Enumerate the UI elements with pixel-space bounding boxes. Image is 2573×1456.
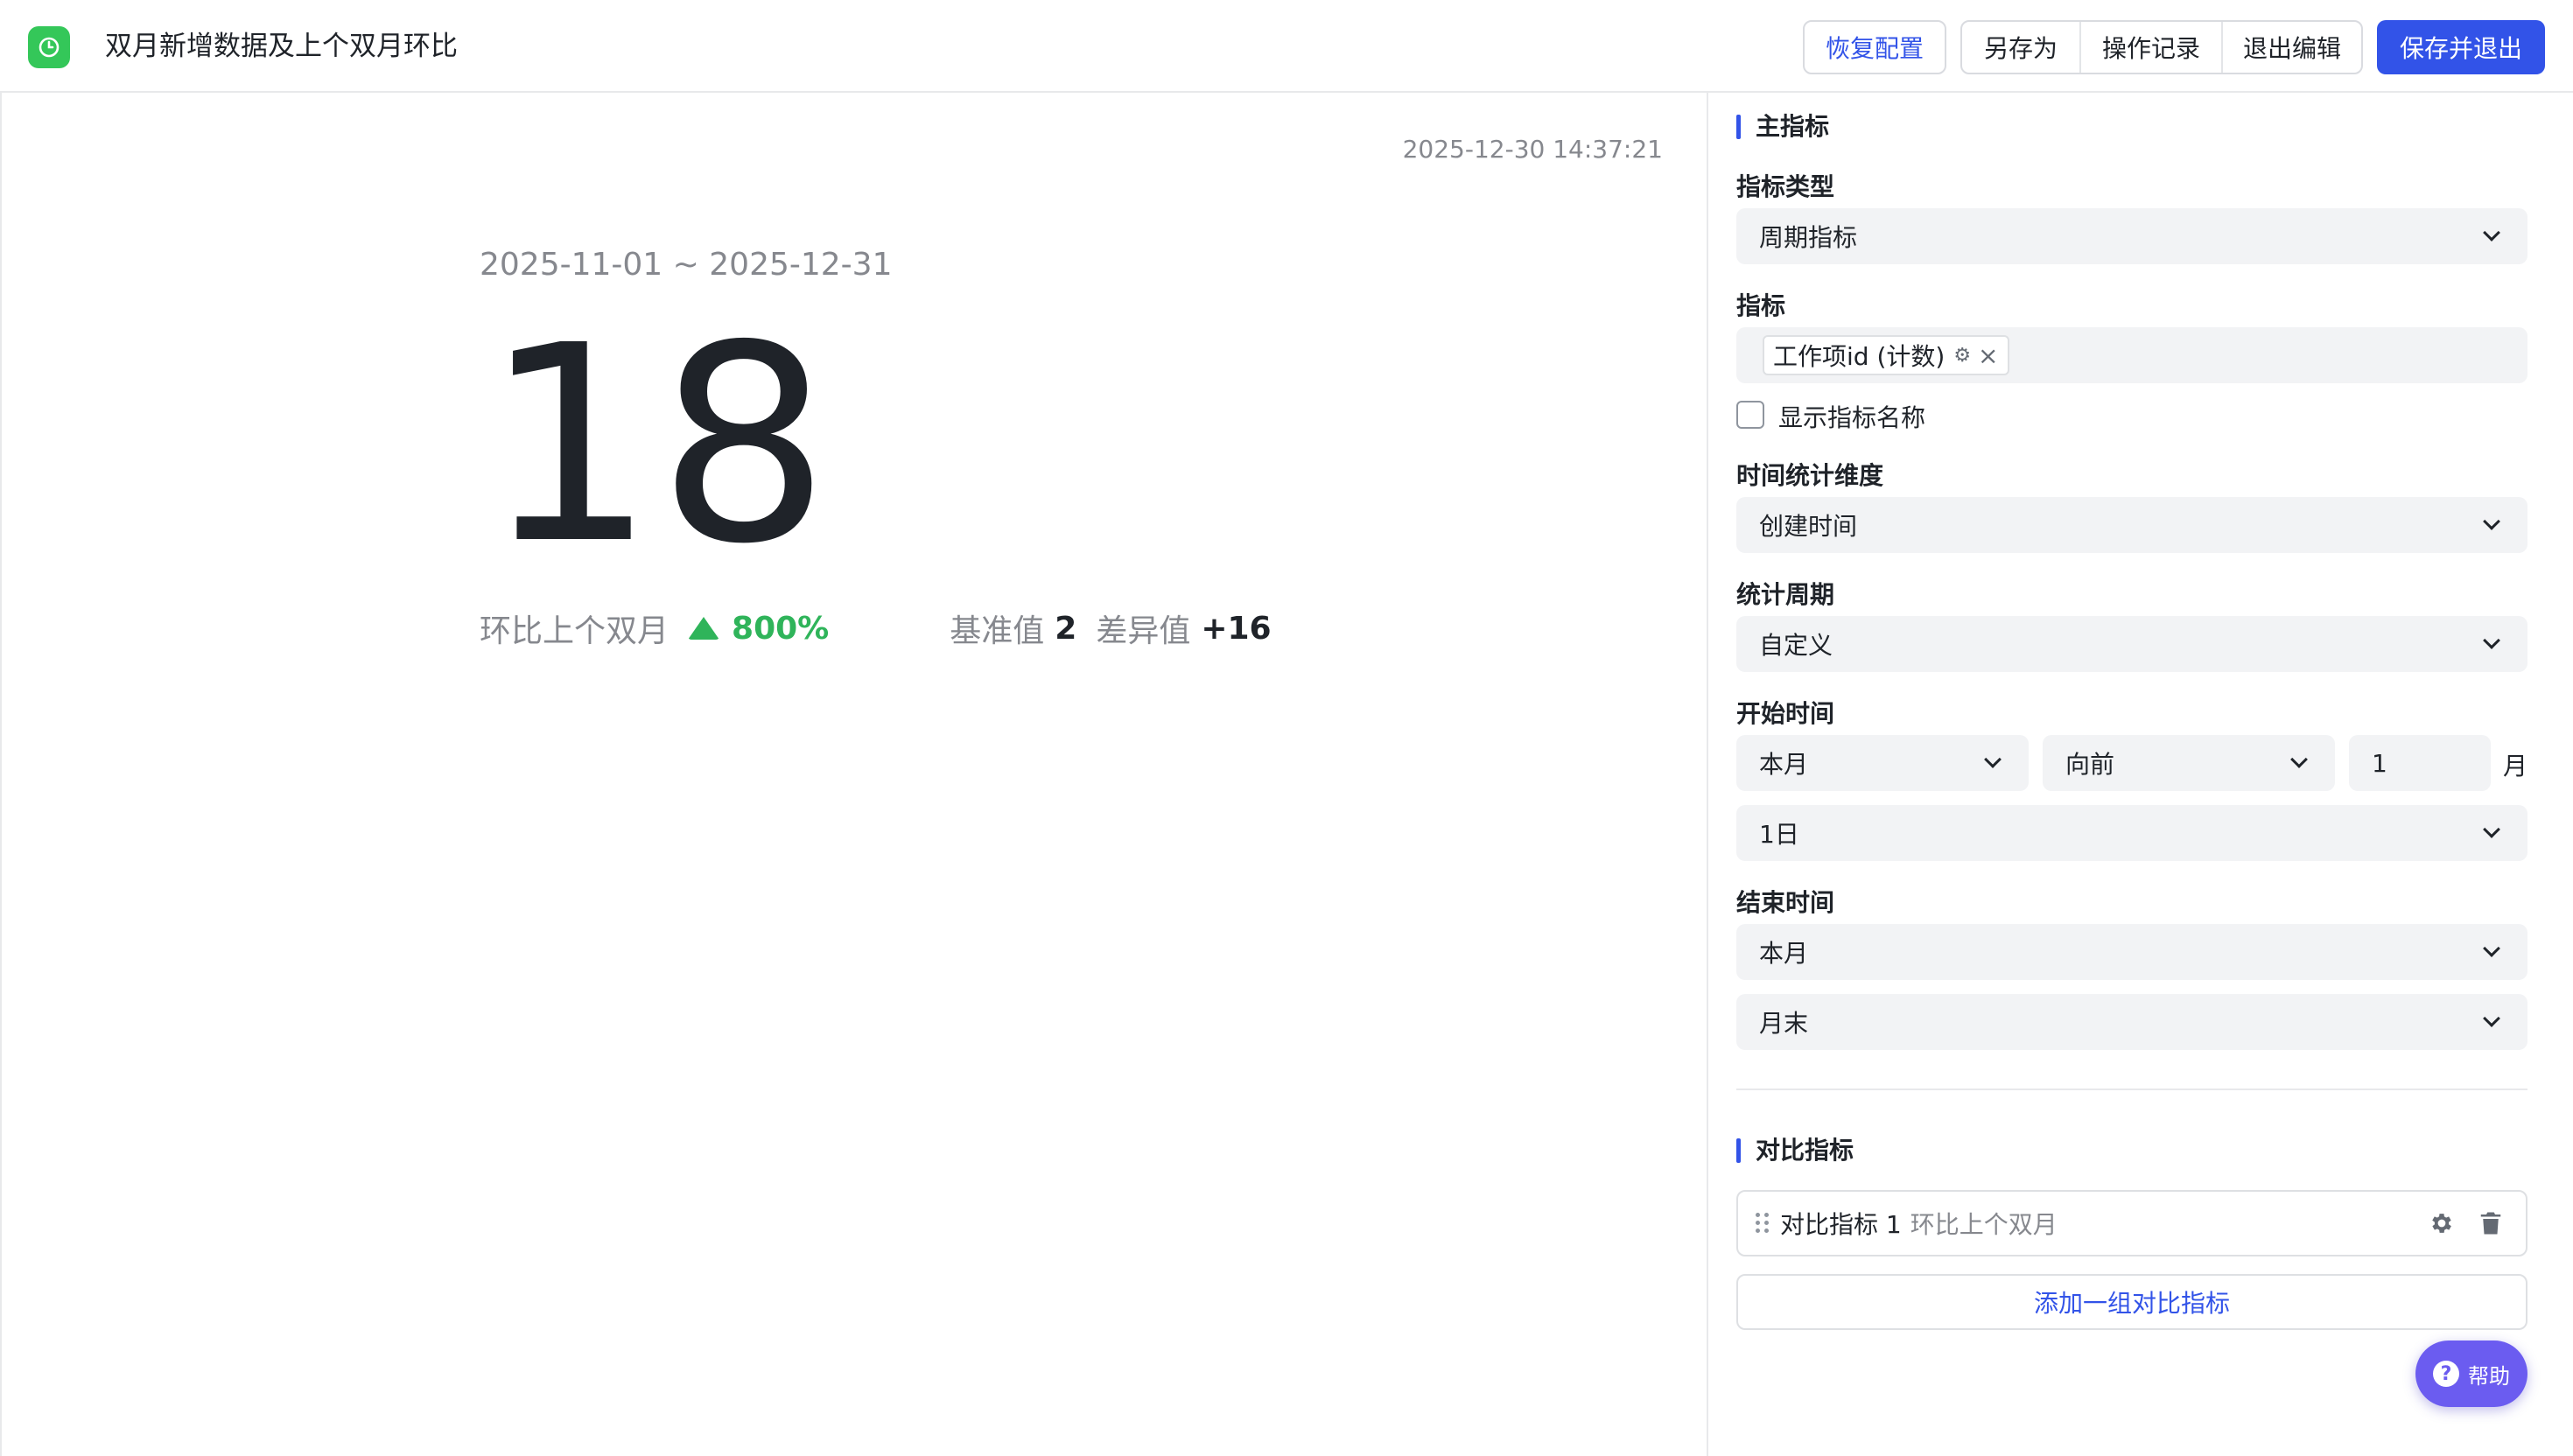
start-anchor-select[interactable]: 本月	[1736, 735, 2029, 791]
save-as-button[interactable]: 另存为	[1962, 22, 2079, 73]
start-offset-input[interactable]: 1	[2349, 735, 2491, 791]
updated-timestamp: 2025-12-30 14:37:21	[1402, 135, 1663, 164]
diff-value-label: 差异值	[1096, 613, 1191, 649]
end-anchor-select[interactable]: 本月	[1736, 924, 2527, 980]
metric-tag-label: 工作项id (计数)	[1773, 342, 1946, 371]
start-time-label: 开始时间	[1736, 699, 1835, 728]
main-metric-section-title: 主指标	[1736, 112, 1829, 142]
help-label: 帮助	[2468, 1363, 2510, 1389]
metric-type-label: 指标类型	[1736, 172, 1835, 201]
page-title: 双月新增数据及上个双月环比	[105, 31, 458, 62]
change-percent: 800%	[732, 610, 830, 647]
start-offset-unit: 月	[2503, 752, 2528, 780]
diff-value: +16	[1201, 610, 1272, 647]
comparison-row: 环比上个双月 800% 基准值 2 差异值 +16	[480, 602, 1272, 654]
date-range: 2025-11-01 ~ 2025-12-31	[480, 247, 893, 283]
period-value: 自定义	[1759, 631, 1833, 660]
restore-config-button[interactable]: 恢复配置	[1803, 20, 1946, 74]
base-value-label: 基准值	[950, 613, 1045, 649]
show-metric-name-label: 显示指标名称	[1778, 403, 1926, 432]
save-and-exit-button[interactable]: 保存并退出	[2377, 20, 2545, 74]
start-direction-select[interactable]: 向前	[2043, 735, 2335, 791]
comparison-label: 环比上个双月	[480, 613, 670, 649]
gear-icon[interactable]	[2424, 1206, 2459, 1241]
metric-type-select[interactable]: 周期指标	[1736, 208, 2527, 264]
action-button-group: 另存为 操作记录 退出编辑	[1960, 20, 2363, 74]
add-compare-metric-button[interactable]: 添加一组对比指标	[1736, 1274, 2527, 1330]
compare-metric-desc: 环比上个双月	[1910, 1210, 2058, 1239]
end-time-label: 结束时间	[1736, 888, 1835, 917]
period-label: 统计周期	[1736, 580, 1835, 609]
chevron-down-icon	[2483, 632, 2500, 649]
end-anchor-value: 本月	[1759, 939, 1809, 968]
chevron-down-icon	[2483, 513, 2500, 530]
metric-value: 18	[483, 288, 832, 604]
settings-panel: 主指标 指标类型 周期指标 指标 工作项id (计数) ⚙ × 显示指标名称 时…	[1710, 93, 2573, 1456]
base-value: 2	[1055, 610, 1077, 647]
section-divider	[1736, 1088, 2527, 1090]
start-direction-value: 向前	[2065, 750, 2115, 779]
compare-metric-item[interactable]: 对比指标 1 环比上个双月	[1736, 1190, 2527, 1256]
operation-history-button[interactable]: 操作记录	[2079, 22, 2221, 73]
period-select[interactable]: 自定义	[1736, 616, 2527, 672]
start-anchor-value: 本月	[1759, 750, 1809, 779]
metric-label: 指标	[1736, 291, 1786, 320]
start-offset-value: 1	[2372, 748, 2387, 778]
question-icon: ?	[2433, 1361, 2459, 1387]
close-icon[interactable]: ×	[1978, 341, 1998, 370]
start-day-value: 1日	[1759, 820, 1799, 849]
metric-tag[interactable]: 工作项id (计数) ⚙ ×	[1763, 335, 2009, 375]
chevron-down-icon	[2483, 821, 2500, 838]
gear-icon[interactable]: ⚙	[1953, 345, 1971, 367]
end-day-select[interactable]: 月末	[1736, 994, 2527, 1050]
trash-icon[interactable]	[2473, 1206, 2508, 1241]
clock-icon	[28, 26, 70, 68]
end-day-value: 月末	[1759, 1009, 1809, 1038]
chevron-down-icon	[2290, 751, 2308, 768]
trend-up-icon	[688, 617, 720, 640]
compare-metric-name: 对比指标 1	[1780, 1210, 1902, 1239]
chevron-down-icon	[2483, 1010, 2500, 1027]
metric-type-value: 周期指标	[1759, 223, 1858, 252]
chevron-down-icon	[2483, 940, 2500, 957]
time-dimension-value: 创建时间	[1759, 512, 1858, 541]
time-dimension-select[interactable]: 创建时间	[1736, 497, 2527, 553]
exit-edit-button[interactable]: 退出编辑	[2221, 22, 2361, 73]
start-day-select[interactable]: 1日	[1736, 805, 2527, 861]
drag-handle-icon[interactable]	[1756, 1213, 1770, 1234]
metric-preview-canvas: 2025-12-30 14:37:21 2025-11-01 ~ 2025-12…	[0, 93, 1708, 1456]
metric-picker[interactable]: 工作项id (计数) ⚙ ×	[1736, 327, 2527, 383]
top-bar: 双月新增数据及上个双月环比 恢复配置 另存为 操作记录 退出编辑 保存并退出	[0, 0, 2573, 93]
time-dimension-label: 时间统计维度	[1736, 461, 1884, 490]
help-button[interactable]: ? 帮助	[2415, 1340, 2527, 1407]
chevron-down-icon	[2483, 224, 2500, 242]
compare-metric-section-title: 对比指标	[1736, 1136, 1854, 1166]
show-metric-name-checkbox[interactable]	[1736, 401, 1764, 429]
chevron-down-icon	[1984, 751, 2002, 768]
